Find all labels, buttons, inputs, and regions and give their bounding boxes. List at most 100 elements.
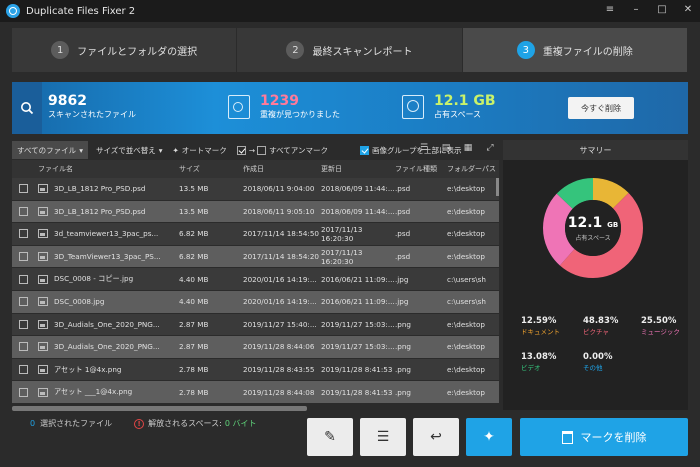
row-checkbox[interactable] [19, 319, 28, 329]
image-file-icon [38, 319, 48, 329]
header-type[interactable]: ファイル種類 [395, 164, 447, 174]
sort-dropdown[interactable]: サイズで並べ替え ▾ [96, 145, 163, 156]
close-icon[interactable]: ✕ [682, 3, 694, 17]
cell-filename: 3D_Audials_One_2020_PNG... [54, 319, 160, 329]
app-window: Duplicate Files Fixer 2 ≡ – □ ✕ 1 ファイルとフ… [0, 0, 700, 467]
disk-icon [402, 95, 424, 119]
cell-modified: 2019/11/27 15:03:... [321, 342, 395, 352]
table-row[interactable]: 3D_Audials_One_2020_PNG... 2.87 MB 2019/11… [12, 336, 499, 359]
freed-value: 0 バイト [224, 419, 257, 428]
minimize-icon[interactable]: – [630, 3, 642, 17]
cell-filename: アセット ___1@4x.png [54, 387, 133, 397]
group-images-checkbox[interactable] [359, 145, 369, 155]
table-row[interactable]: アセット ___1@4x.png 2.78 MB 2019/11/28 8:44:0… [12, 381, 499, 404]
row-checkbox[interactable] [19, 206, 28, 216]
cell-created: 2020/01/16 14:19:... [243, 297, 317, 307]
cell-path: e:\desktop [447, 184, 485, 194]
cell-type: .png [395, 342, 411, 352]
legend-pictures: 48.83% ピクチャ [583, 316, 618, 336]
grid-view-icon[interactable]: ▦ [463, 143, 473, 153]
search-icon[interactable] [12, 82, 42, 134]
magic-wand-icon: ✦ [483, 429, 495, 445]
header-size[interactable]: サイズ [179, 164, 243, 174]
delete-now-button[interactable]: 今すぐ削除 [568, 97, 634, 119]
cell-path: e:\desktop [447, 252, 485, 262]
all-files-label: すべてのファイル [17, 145, 77, 155]
auto-mark-action-button[interactable]: ✦ [466, 418, 512, 456]
all-files-dropdown[interactable]: すべてのファイル ▾ [12, 141, 88, 159]
image-file-icon [38, 274, 48, 284]
step-scan-report[interactable]: 2 最終スキャンレポート [237, 28, 463, 72]
row-checkbox[interactable] [19, 342, 28, 352]
cell-path: e:\desktop [447, 229, 485, 239]
row-checkbox[interactable] [19, 387, 28, 397]
vertical-scrollbar[interactable] [496, 178, 499, 196]
horizontal-scrollbar[interactable] [12, 406, 499, 411]
cell-size: 13.5 MB [179, 206, 209, 216]
cell-type: .png [395, 387, 411, 397]
row-checkbox[interactable] [19, 274, 28, 284]
header-path[interactable]: フォルダーパス [447, 164, 499, 174]
cell-created: 2017/11/14 18:54:20 [243, 252, 319, 262]
legend-value: 12.59% [521, 316, 557, 326]
legend-label: その他 [583, 364, 603, 372]
unmark-all-button[interactable]: → すべてアンマーク [236, 145, 328, 156]
edit-button[interactable]: ✎ [307, 418, 353, 456]
status-bar: 0 選択されたファイル ! 解放されるスペース: 0 バイト [30, 418, 256, 429]
duplicates-count: 1239 [260, 93, 299, 109]
cell-size: 2.78 MB [179, 387, 209, 397]
scanned-stat: 9862 スキャンされたファイル [48, 94, 136, 120]
table-row[interactable]: アセット 1@4x.png 2.78 MB 2019/11/28 8:43:55 20… [12, 358, 499, 382]
menu-icon[interactable]: ≡ [604, 3, 616, 17]
checked-icon [236, 145, 246, 155]
scrollbar-thumb[interactable] [12, 406, 307, 411]
pencil-icon: ✎ [324, 429, 336, 445]
table-row[interactable]: DSC_0008.jpg 4.40 MB 2020/01/16 14:19:... 2… [12, 290, 499, 314]
image-file-icon [38, 252, 48, 262]
header-filename[interactable]: ファイル名 [38, 164, 179, 174]
cell-modified: 2017/11/13 16:20:30 [321, 224, 363, 243]
step-select-files[interactable]: 1 ファイルとフォルダの選択 [12, 28, 238, 72]
table-row[interactable]: 3D_LB_1812 Pro_PSD.psd 13.5 MB 2018/06/11 … [12, 178, 499, 201]
table-row[interactable]: 3D_LB_1812 Pro_PSD.psd 13.5 MB 2018/06/11 … [12, 200, 499, 224]
app-title: Duplicate Files Fixer 2 [26, 5, 136, 17]
row-checkbox[interactable] [19, 252, 28, 262]
cell-created: 2020/01/16 14:19:... [243, 274, 317, 284]
row-checkbox[interactable] [19, 229, 28, 239]
cell-type: .jpg [395, 297, 409, 307]
scanned-label: スキャンされたファイル [48, 110, 136, 119]
legend-value: 25.50% [641, 316, 677, 326]
legend-music: 25.50% ミュージック [641, 316, 680, 336]
header-created[interactable]: 作成日 [243, 164, 321, 174]
header-modified[interactable]: 更新日 [321, 164, 395, 174]
donut-label: 占有スペース [575, 234, 611, 242]
row-checkbox[interactable] [19, 297, 28, 307]
delete-marked-button[interactable]: マークを削除 [520, 418, 688, 456]
cell-type: .psd [395, 229, 411, 239]
maximize-icon[interactable]: □ [656, 3, 668, 17]
fullscreen-icon[interactable]: ⤢ [485, 143, 495, 153]
selected-label: 選択されたファイル [40, 419, 113, 428]
table-row[interactable]: 3D_TeamViewer13_3pac_PS... 6.82 MB 2017/11… [12, 245, 499, 269]
selected-count: 0 [30, 419, 36, 428]
list-view-icon[interactable]: ☰ [419, 143, 429, 153]
legend-value: 0.00% [583, 352, 613, 362]
step-number: 1 [51, 41, 70, 59]
cell-modified: 2018/06/09 11:44:... [321, 184, 395, 194]
auto-mark-button[interactable]: ✦ オートマーク [173, 145, 227, 156]
table-row[interactable]: 3D_Audials_One_2020_PNG... 2.87 MB 2019/11… [12, 313, 499, 337]
undo-button[interactable]: ↩ [413, 418, 459, 456]
list-button[interactable]: ☰ [360, 418, 406, 456]
step-number: 2 [286, 41, 305, 59]
table-row[interactable]: DSC_0008 - コピー.jpg 4.40 MB 2020/01/16 14:1… [12, 268, 499, 291]
image-file-icon [38, 297, 48, 307]
row-checkbox[interactable] [19, 184, 28, 194]
cell-filename: 3D_TeamViewer13_3pac_PS... [54, 252, 161, 262]
window-controls: ≡ – □ ✕ [604, 3, 694, 17]
row-checkbox[interactable] [19, 365, 28, 375]
step-delete-duplicates[interactable]: 3 重複ファイルの削除 [462, 28, 688, 72]
table-row[interactable]: 3d_teamviewer13_3pac_ps... 6.82 MB 2017/11… [12, 223, 499, 246]
detail-view-icon[interactable]: ▤ [441, 143, 451, 153]
legend-documents: 12.59% ドキュメント [521, 316, 560, 336]
cell-size: 2.87 MB [179, 342, 209, 352]
